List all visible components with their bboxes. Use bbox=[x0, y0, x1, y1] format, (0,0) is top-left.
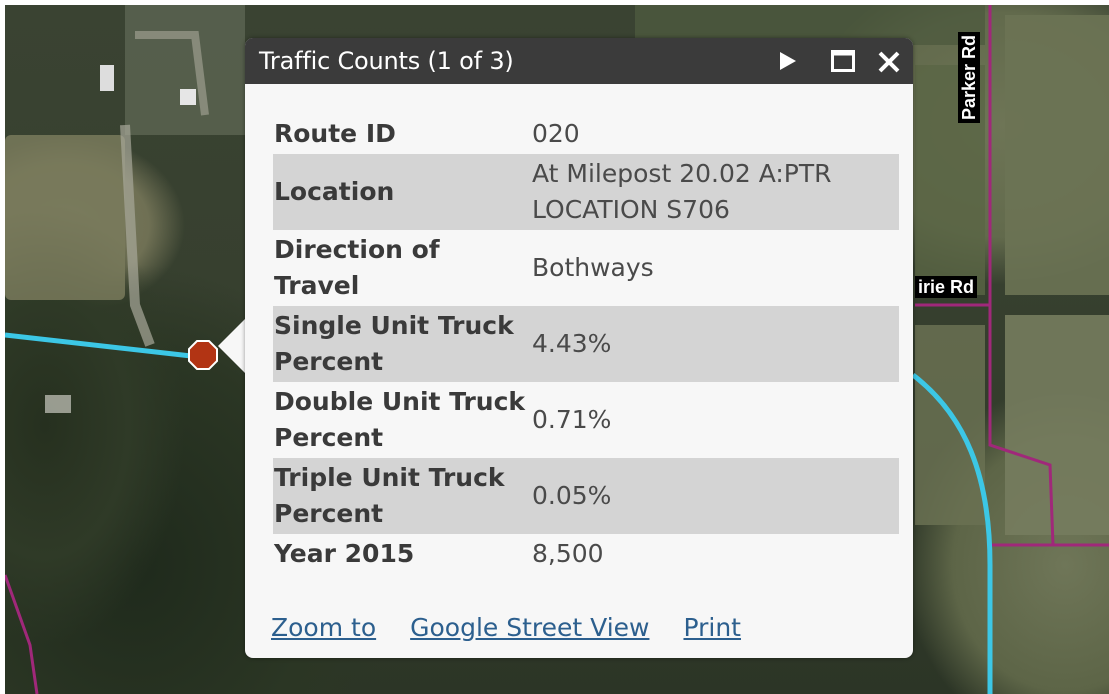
attr-value: 8,500 bbox=[532, 539, 604, 568]
popup-title: Traffic Counts (1 of 3) bbox=[259, 47, 514, 75]
attr-key: Single Unit Truck Percent bbox=[273, 306, 532, 382]
attr-value: 0.71% bbox=[532, 405, 612, 434]
road-label-parker-rd: Parker Rd bbox=[958, 31, 980, 123]
attr-value: Bothways bbox=[532, 253, 654, 282]
table-row: Double Unit Truck Percent 0.71% bbox=[273, 382, 899, 458]
attribute-table: Route ID 020 Location At Milepost 20.02 … bbox=[273, 114, 899, 574]
local-road-line bbox=[5, 574, 39, 694]
highway-line bbox=[5, 332, 201, 360]
attr-value: At Milepost 20.02 A:PTR LOCATION S706 bbox=[532, 154, 899, 230]
traffic-count-marker[interactable] bbox=[187, 339, 219, 371]
google-street-view-link[interactable]: Google Street View bbox=[410, 613, 649, 642]
table-row: Direction of Travel Bothways bbox=[273, 230, 899, 306]
road-label-prairie-rd: irie Rd bbox=[915, 276, 978, 298]
attr-key: Location bbox=[273, 154, 532, 230]
attr-value: 0.05% bbox=[532, 458, 899, 534]
gravel-road bbox=[135, 31, 209, 116]
attr-key: Route ID bbox=[274, 119, 396, 148]
table-row: Route ID 020 bbox=[273, 114, 899, 154]
table-row: Location At Milepost 20.02 A:PTR LOCATIO… bbox=[273, 154, 899, 230]
attr-key: Direction of Travel bbox=[274, 235, 440, 300]
zoom-to-link[interactable]: Zoom to bbox=[271, 613, 376, 642]
table-row: Triple Unit Truck Percent 0.05% bbox=[273, 458, 899, 534]
popup-header: Traffic Counts (1 of 3) bbox=[245, 38, 913, 84]
local-road-line bbox=[988, 5, 1109, 547]
attr-value: 4.43% bbox=[532, 306, 899, 382]
play-triangle-icon[interactable] bbox=[777, 50, 799, 72]
highway-line bbox=[911, 373, 993, 694]
gravel-road bbox=[120, 124, 155, 347]
attr-key: Year 2015 bbox=[274, 539, 415, 568]
attr-key: Triple Unit Truck Percent bbox=[273, 458, 532, 534]
popup-action-links: Zoom to Google Street View Print bbox=[271, 613, 741, 642]
attr-key: Double Unit Truck Percent bbox=[274, 387, 526, 452]
popup-pointer bbox=[218, 318, 246, 374]
attr-value: 020 bbox=[532, 119, 580, 148]
maximize-icon[interactable] bbox=[831, 50, 855, 72]
close-icon[interactable] bbox=[877, 50, 901, 74]
traffic-counts-popup: Traffic Counts (1 of 3) Route ID 020 Loc… bbox=[245, 38, 913, 658]
table-row: Single Unit Truck Percent 4.43% bbox=[273, 306, 899, 382]
table-row: Year 2015 8,500 bbox=[273, 534, 899, 574]
print-link[interactable]: Print bbox=[683, 613, 741, 642]
